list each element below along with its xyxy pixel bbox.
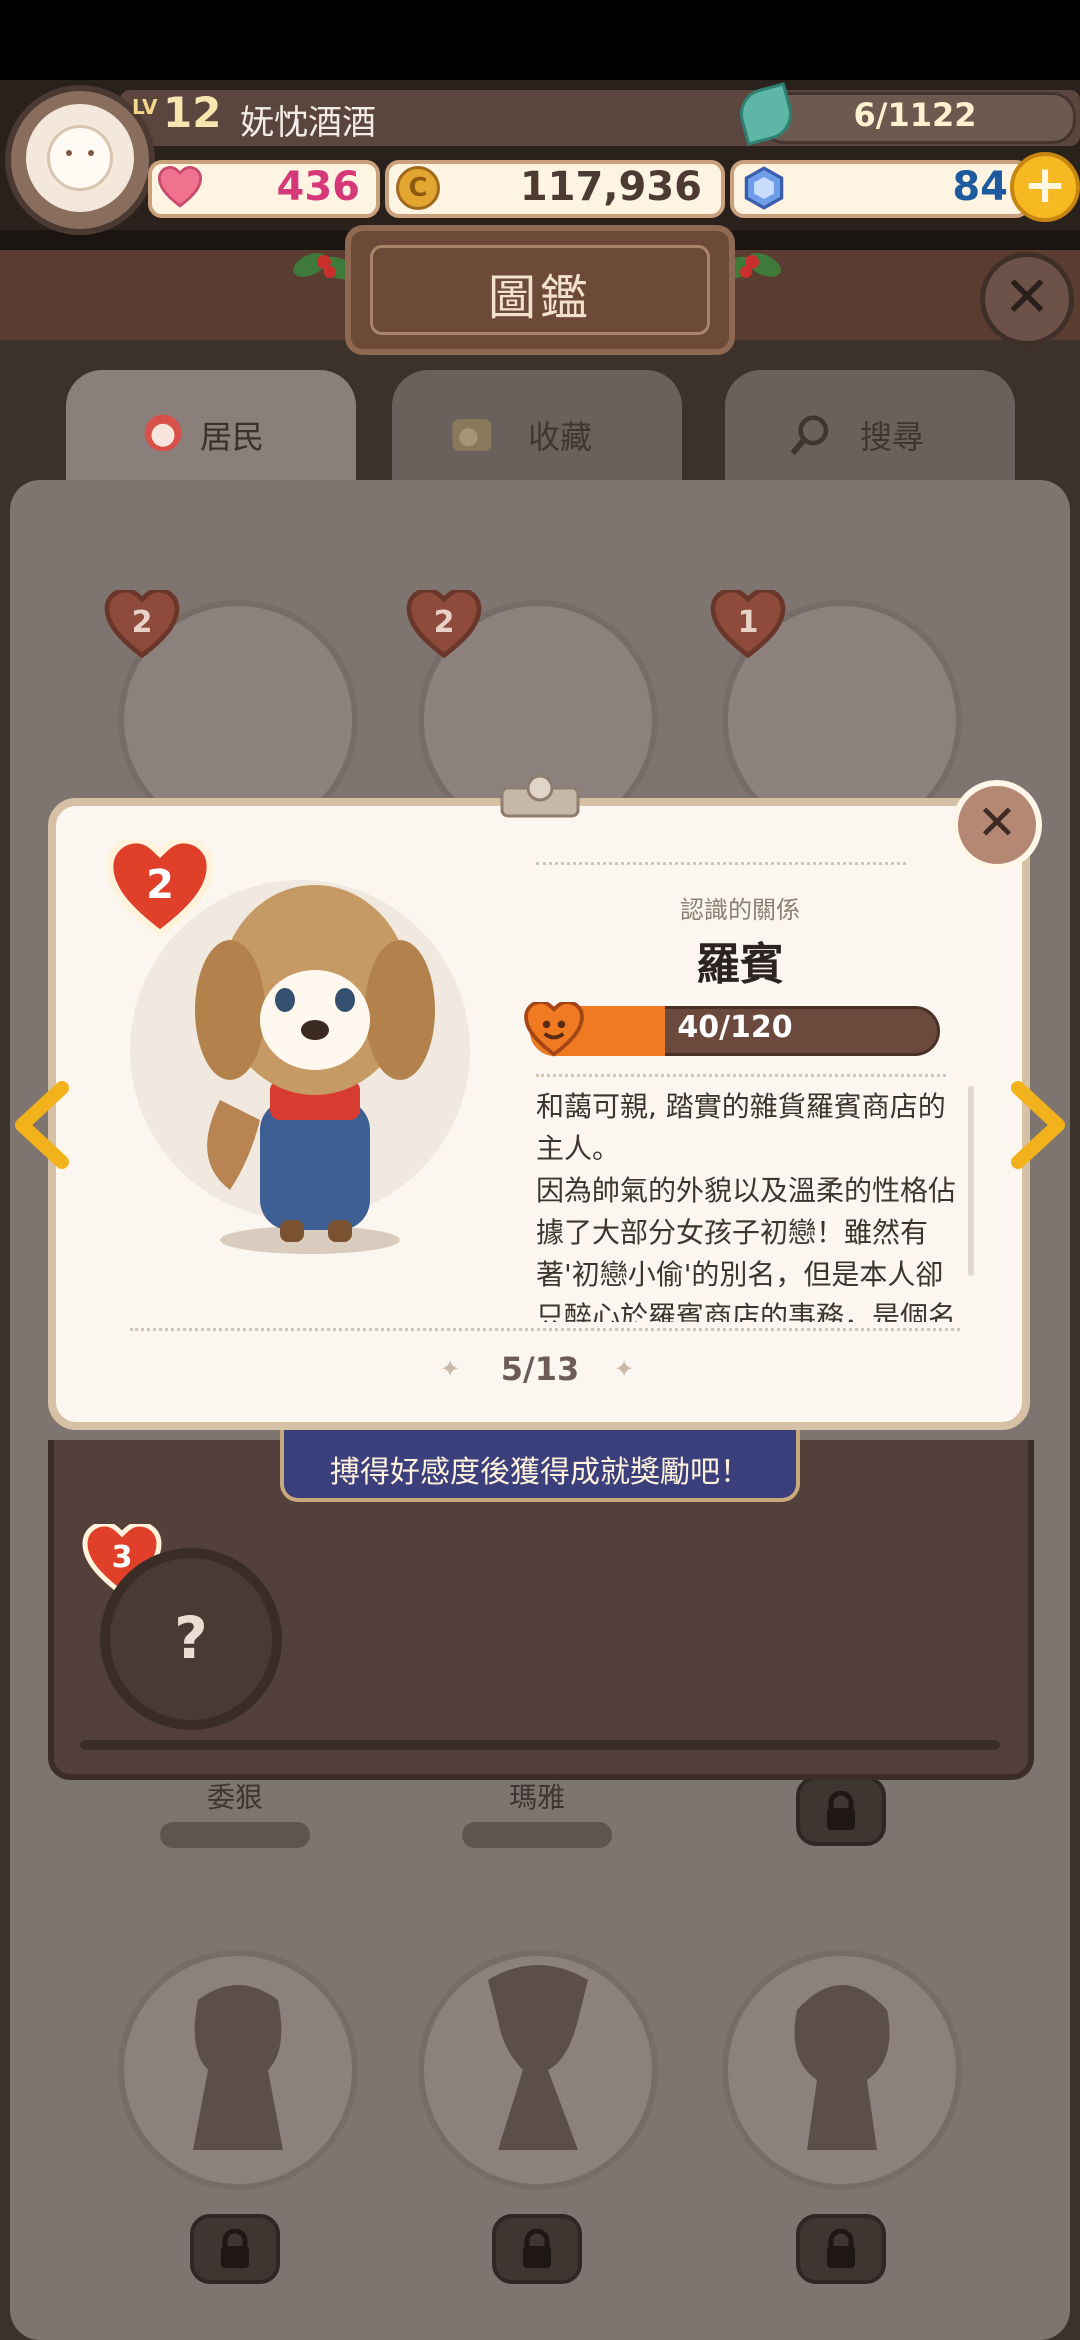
lock-button[interactable]: [190, 2214, 280, 2284]
search-icon: [790, 415, 829, 456]
affection-bar: [160, 1822, 310, 1848]
divider: [536, 862, 906, 865]
lock-icon: [496, 2218, 578, 2280]
next-arrow-icon[interactable]: [1008, 1080, 1068, 1170]
lock-icon: [800, 1780, 882, 1842]
description-paragraph: 因為帥氣的外貌以及溫柔的性格佔據了大部分女孩子初戀！雖然有著'初戀小偷'的別名，…: [536, 1174, 957, 1322]
close-detail-button[interactable]: ✕: [952, 780, 1042, 870]
gems-value: 84: [952, 164, 1008, 210]
description-paragraph: 和藹可親, 踏實的雜貨羅賓商店的主人。: [536, 1090, 946, 1165]
level-label: LV: [132, 95, 158, 119]
divider: [536, 1074, 946, 1077]
collection-icon: [452, 419, 492, 451]
coins-value: 117,936: [519, 164, 702, 210]
energy-value: 6/1122: [853, 96, 977, 134]
tab-residents-label: 居民: [200, 418, 265, 456]
locked-resident-button[interactable]: [796, 1776, 886, 1846]
heart-level: 2: [131, 605, 153, 640]
page-title: 圖鑑: [487, 270, 592, 326]
page-indicator: 5/13: [500, 1350, 580, 1388]
add-gems-button[interactable]: +: [1010, 152, 1080, 222]
panel-scrollbar[interactable]: [80, 1740, 1000, 1750]
lock-icon: [800, 2218, 882, 2280]
resident-name: 委狠: [206, 1781, 263, 1814]
resident-icon: [144, 414, 182, 452]
level-value: 12: [163, 88, 222, 137]
lock-icon: [194, 2218, 276, 2280]
player-name: 妩忱酒酒: [240, 103, 376, 143]
lock-button[interactable]: [492, 2214, 582, 2284]
previous-arrow-icon[interactable]: [12, 1080, 72, 1170]
heart-level: 1: [737, 605, 759, 640]
star-icon: ✦: [614, 1355, 635, 1383]
character-name: 羅賓: [696, 939, 784, 990]
affection-value: 40/120: [677, 1010, 793, 1045]
silhouette-icon: [193, 1985, 283, 2150]
tab-search-label: 搜尋: [860, 418, 925, 456]
heart-icon: [158, 166, 202, 208]
face-icon: [47, 125, 113, 191]
silhouette-icon: [794, 1985, 890, 2150]
gem-icon: [744, 166, 784, 210]
lock-button[interactable]: [796, 2214, 886, 2284]
tab-collection-label: 收藏: [528, 418, 593, 456]
silhouette-icon: [488, 1965, 588, 2150]
relationship-label: 認識的關係: [680, 896, 800, 924]
description-scrollbar[interactable]: [968, 1086, 974, 1276]
clip-icon: [500, 774, 580, 818]
status-bar: [0, 0, 1080, 80]
achievement-banner-text: 搏得好感度後獲得成就獎勵吧！: [330, 1455, 750, 1490]
affection-bar: [462, 1822, 612, 1848]
hearts-value: 436: [276, 164, 361, 210]
close-button[interactable]: ✕: [980, 252, 1074, 346]
character-heart-level: 2: [146, 862, 174, 908]
character-description[interactable]: 和藹可親, 踏實的雜貨羅賓商店的主人。 因為帥氣的外貌以及溫柔的性格佔據了大部分…: [536, 1086, 960, 1322]
avatar-image: [26, 104, 134, 212]
resident-name: 瑪雅: [508, 1781, 565, 1814]
mystery-reward[interactable]: ?: [100, 1548, 282, 1730]
divider: [130, 1328, 960, 1331]
coin-icon: C: [396, 166, 440, 210]
heart-level: 2: [433, 605, 455, 640]
